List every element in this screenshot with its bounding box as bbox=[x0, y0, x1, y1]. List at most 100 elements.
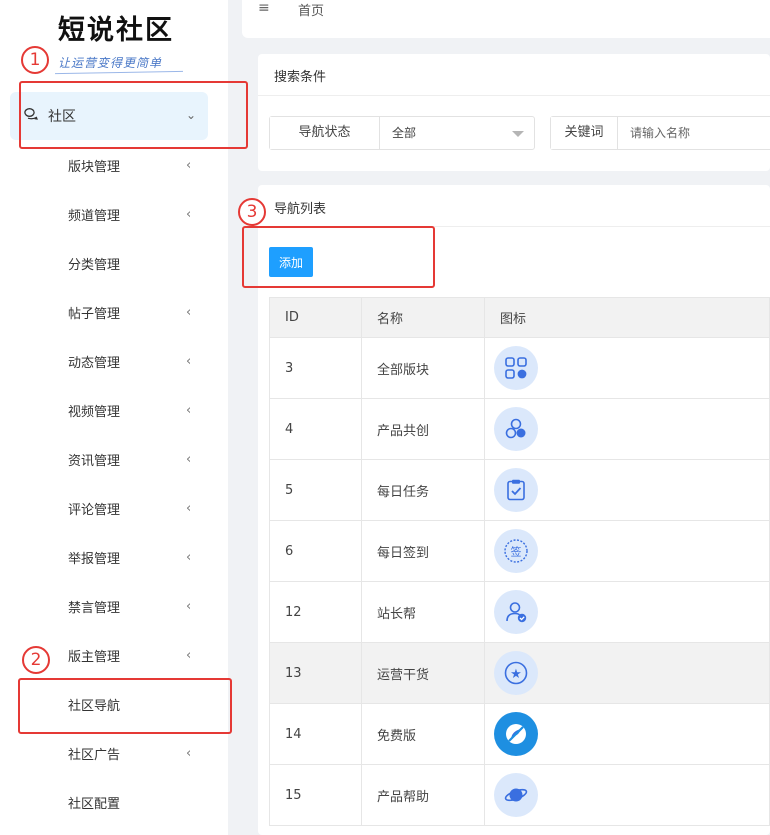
sidebar-subitem[interactable]: 社区配置 bbox=[0, 778, 228, 827]
annotation-circle-2: 2 bbox=[22, 646, 50, 674]
breadcrumb-home[interactable]: 首页 bbox=[298, 0, 324, 19]
table-row[interactable]: 3 全部版块 bbox=[269, 337, 770, 399]
sidebar-subitem[interactable]: 举报管理 ‹ bbox=[0, 533, 228, 582]
chat-bubbles-icon bbox=[24, 107, 38, 125]
annotation-circle-3: 3 bbox=[238, 198, 266, 226]
cell-id: 6 bbox=[269, 520, 362, 582]
chevron-left-icon: ‹ bbox=[186, 746, 192, 761]
cell-name: 产品共创 bbox=[361, 398, 485, 460]
sidebar-item-community[interactable]: 社区 ⌄ bbox=[10, 92, 208, 140]
sidebar-subitem[interactable]: 资讯管理 ‹ bbox=[0, 435, 228, 484]
sidebar: 短说社区 让运营变得更简单 社区 ⌄ 版块管理 ‹ 频道管理 ‹ 分类管理 帖子管理 ‹ 动态… bbox=[0, 0, 228, 835]
column-header-id: ID bbox=[269, 297, 362, 338]
user-check-icon bbox=[494, 590, 538, 634]
sidebar-subitem-label: 社区配置 bbox=[68, 797, 121, 812]
sidebar-subitem[interactable]: 动态管理 ‹ bbox=[0, 337, 228, 386]
table-row[interactable]: 14 免费版 bbox=[269, 703, 770, 765]
slogan: 让运营变得更简单 bbox=[58, 56, 163, 70]
table-header-row: ID 名称 图标 bbox=[269, 297, 770, 338]
cell-name: 每日任务 bbox=[361, 459, 485, 521]
sidebar-subitem[interactable]: 版块管理 ‹ bbox=[0, 141, 228, 190]
cell-id: 14 bbox=[269, 703, 362, 765]
sign-in-icon: 签 bbox=[494, 529, 538, 573]
svg-text:★: ★ bbox=[510, 667, 522, 682]
cell-icon: ★ bbox=[484, 642, 770, 704]
sidebar-subitem[interactable]: 分类管理 bbox=[0, 239, 228, 288]
sidebar-subitem-label: 频道管理 bbox=[68, 209, 121, 224]
sidebar-subitem-label: 社区导航 bbox=[68, 699, 121, 714]
nav-status-select[interactable]: 导航状态 全部 bbox=[269, 116, 535, 150]
cell-icon bbox=[484, 703, 770, 765]
sidebar-subitem-label: 举报管理 bbox=[68, 552, 121, 567]
sidebar-subitem[interactable]: 频道管理 ‹ bbox=[0, 190, 228, 239]
table-row[interactable]: 13 运营干货 ★ bbox=[269, 642, 770, 704]
cell-icon bbox=[484, 337, 770, 399]
sidebar-subitem-label: 社区广告 bbox=[68, 748, 121, 763]
cell-icon bbox=[484, 398, 770, 460]
cell-name: 全部版块 bbox=[361, 337, 485, 399]
clipboard-check-icon bbox=[494, 468, 538, 512]
cell-name: 运营干货 bbox=[361, 642, 485, 704]
cell-id: 5 bbox=[269, 459, 362, 521]
chevron-left-icon: ‹ bbox=[186, 452, 192, 467]
cell-id: 15 bbox=[269, 764, 362, 826]
keyword-input[interactable] bbox=[618, 117, 770, 149]
chevron-left-icon: ‹ bbox=[186, 501, 192, 516]
free-version-icon bbox=[494, 712, 538, 756]
topbar: ≡ 首页 bbox=[242, 0, 770, 38]
table-row[interactable]: 6 每日签到 签 bbox=[269, 520, 770, 582]
divider bbox=[258, 95, 770, 96]
chevron-left-icon: ‹ bbox=[186, 550, 192, 565]
nav-table: ID 名称 图标 3 全部版块 4 产品共创 5 每日任务 6 每日签到 签 12 站长帮 13 运营干… bbox=[269, 297, 770, 826]
search-card: 搜索条件 导航状态 全部 关键词 bbox=[258, 54, 770, 171]
table-row[interactable]: 5 每日任务 bbox=[269, 459, 770, 521]
chevron-left-icon: ‹ bbox=[186, 403, 192, 418]
sidebar-subitem[interactable]: 帖子管理 ‹ bbox=[0, 288, 228, 337]
co-create-icon bbox=[494, 407, 538, 451]
sidebar-subitem[interactable]: 社区广告 ‹ bbox=[0, 729, 228, 778]
cell-id: 13 bbox=[269, 642, 362, 704]
logo: 短说社区 bbox=[58, 15, 174, 46]
cell-id: 12 bbox=[269, 581, 362, 643]
table-row[interactable]: 4 产品共创 bbox=[269, 398, 770, 460]
divider bbox=[258, 226, 770, 227]
table-row[interactable]: 12 站长帮 bbox=[269, 581, 770, 643]
chevron-left-icon: ‹ bbox=[186, 354, 192, 369]
cell-icon bbox=[484, 459, 770, 521]
dropdown-caret-icon bbox=[512, 131, 524, 137]
sidebar-subitem[interactable]: 评论管理 ‹ bbox=[0, 484, 228, 533]
slogan-underline bbox=[55, 70, 183, 75]
column-header-name: 名称 bbox=[361, 297, 485, 338]
nav-status-label: 导航状态 bbox=[270, 117, 380, 149]
planet-icon bbox=[494, 773, 538, 817]
add-button[interactable]: 添加 bbox=[269, 247, 313, 277]
sidebar-subitem-label: 版块管理 bbox=[68, 160, 121, 175]
svg-text:签: 签 bbox=[511, 545, 522, 559]
sidebar-subitem[interactable]: 禁言管理 ‹ bbox=[0, 582, 228, 631]
chevron-left-icon: ‹ bbox=[186, 158, 192, 173]
chevron-left-icon: ‹ bbox=[186, 648, 192, 663]
sidebar-subitem[interactable]: 视频管理 ‹ bbox=[0, 386, 228, 435]
sidebar-subitem-label: 动态管理 bbox=[68, 356, 121, 371]
chevron-left-icon: ‹ bbox=[186, 599, 192, 614]
sidebar-subitem[interactable]: 社区导航 bbox=[0, 680, 228, 729]
cell-icon bbox=[484, 764, 770, 826]
table-row[interactable]: 15 产品帮助 bbox=[269, 764, 770, 826]
cell-name: 站长帮 bbox=[361, 581, 485, 643]
keyword-field: 关键词 bbox=[550, 116, 770, 150]
nav-status-selected: 全部 bbox=[392, 126, 417, 140]
sidebar-item-community-label: 社区 bbox=[48, 109, 76, 125]
chevron-left-icon: ‹ bbox=[186, 207, 192, 222]
keyword-label: 关键词 bbox=[551, 117, 618, 149]
cell-icon: 签 bbox=[484, 520, 770, 582]
annotation-circle-1: 1 bbox=[21, 46, 49, 74]
nav-status-value[interactable]: 全部 bbox=[380, 117, 534, 149]
cell-name: 产品帮助 bbox=[361, 764, 485, 826]
hamburger-menu-icon[interactable]: ≡ bbox=[258, 0, 270, 16]
cell-id: 3 bbox=[269, 337, 362, 399]
sidebar-subitem-label: 评论管理 bbox=[68, 503, 121, 518]
sidebar-subitem-label: 禁言管理 bbox=[68, 601, 121, 616]
chevron-left-icon: ‹ bbox=[186, 305, 192, 320]
search-card-title: 搜索条件 bbox=[274, 70, 327, 85]
sidebar-subitem-label: 版主管理 bbox=[68, 650, 121, 665]
